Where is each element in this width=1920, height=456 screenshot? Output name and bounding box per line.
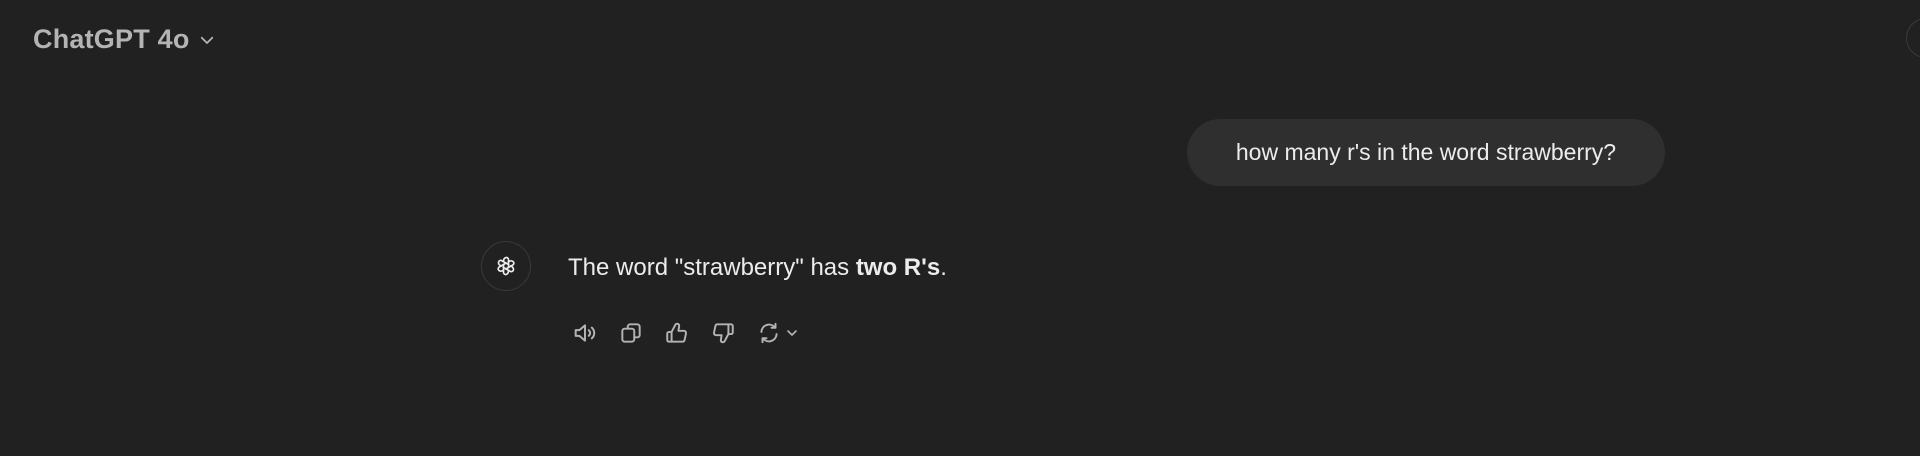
openai-logo-icon — [492, 252, 520, 280]
assistant-text-after: . — [940, 254, 947, 281]
speaker-icon — [571, 319, 599, 347]
assistant-text-bold: two R's — [855, 254, 941, 281]
thumbs-down-icon — [710, 320, 736, 346]
assistant-text-before: The word "strawberry" has — [568, 254, 856, 281]
model-title: ChatGPT 4o — [33, 23, 190, 54]
good-response-button[interactable] — [660, 316, 694, 350]
assistant-avatar — [481, 241, 531, 291]
copy-icon — [618, 320, 644, 346]
chevron-down-icon — [784, 325, 800, 341]
refresh-icon — [756, 320, 782, 346]
user-message-bubble: how many r's in the word strawberry? — [1187, 119, 1665, 186]
user-message-text: how many r's in the word strawberry? — [1235, 139, 1617, 165]
bad-response-button[interactable] — [706, 316, 740, 350]
copy-button[interactable] — [614, 316, 648, 350]
model-selector[interactable]: ChatGPT 4o — [33, 22, 216, 56]
message-action-bar — [568, 316, 804, 350]
regenerate-button[interactable] — [752, 316, 804, 350]
assistant-message-text: The word "strawberry" has two R's. — [568, 253, 947, 283]
edge-avatar-button[interactable] — [1906, 18, 1920, 58]
thumbs-up-icon — [664, 320, 690, 346]
chevron-down-icon — [198, 31, 216, 49]
read-aloud-button[interactable] — [568, 316, 602, 350]
